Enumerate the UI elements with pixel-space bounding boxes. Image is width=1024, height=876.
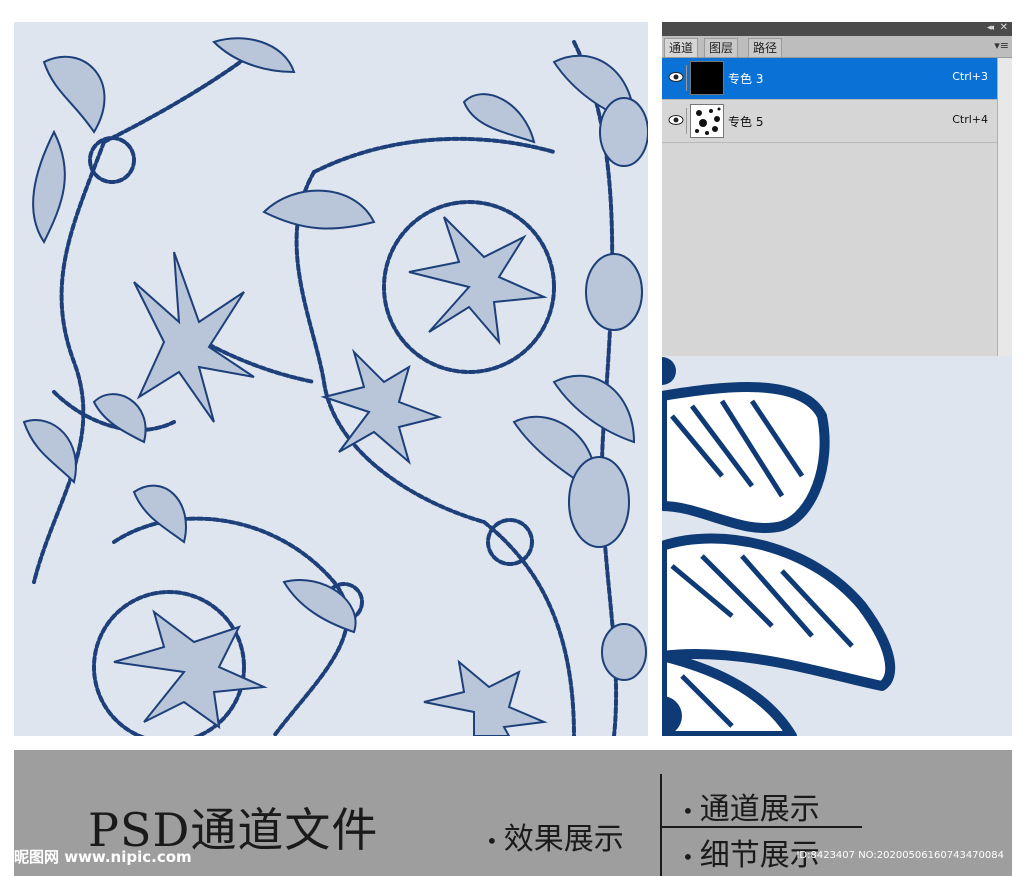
eye-icon xyxy=(668,115,684,125)
tab-channels[interactable]: 通道 xyxy=(664,38,699,57)
panel-menu-icon[interactable]: ▾≡ xyxy=(994,39,1009,52)
tab-paths[interactable]: 路径 xyxy=(748,38,783,57)
visibility-toggle[interactable] xyxy=(666,65,687,91)
channel-name: 专色 3 xyxy=(728,72,764,86)
pattern-canvas xyxy=(14,22,648,736)
detail-zoom-view xyxy=(662,356,1012,736)
channel-thumbnail xyxy=(690,104,724,138)
vertical-divider xyxy=(660,774,662,876)
bullet-effect-preview: 效果展示 xyxy=(486,814,624,858)
bullet-channel-preview: 通道展示 xyxy=(682,784,820,828)
channel-thumbnail xyxy=(690,61,724,95)
visibility-toggle[interactable] xyxy=(666,108,687,134)
channel-shortcut: Ctrl+3 xyxy=(952,70,988,83)
tab-layers[interactable]: 图层 xyxy=(704,38,739,57)
embroidery-detail-image xyxy=(662,357,896,736)
info-banner: PSD通道文件 效果展示 通道展示 细节展示 昵图网 www.nipic.com… xyxy=(14,750,1012,876)
channels-panel: ◂◂ ✕ 通道 图层 路径 ▾≡ 专色 3 Ctrl+3 专色 5 Ctrl+4 xyxy=(662,22,1012,356)
pattern-thumbnail-image xyxy=(691,105,723,137)
watermark-id: ID:8423407 NO:20200506160743470084 xyxy=(796,850,1004,861)
panel-scrollbar[interactable] xyxy=(997,58,1012,356)
channel-row-spot-5[interactable]: 专色 5 Ctrl+4 xyxy=(662,101,998,143)
panel-tab-row: 通道 图层 路径 ▾≡ xyxy=(662,36,1012,58)
channel-row-spot-3[interactable]: 专色 3 Ctrl+3 xyxy=(662,58,998,100)
channel-shortcut: Ctrl+4 xyxy=(952,113,988,126)
channel-name: 专色 5 xyxy=(728,115,764,129)
eye-icon xyxy=(668,72,684,82)
close-icon[interactable]: ✕ xyxy=(1000,22,1008,33)
panel-titlebar: ◂◂ ✕ xyxy=(662,22,1012,36)
double-chevron-left-icon[interactable]: ◂◂ xyxy=(987,23,994,33)
watermark-site-logo: 昵图网 www.nipic.com xyxy=(14,848,192,866)
floral-embroidery-pattern xyxy=(22,37,648,736)
